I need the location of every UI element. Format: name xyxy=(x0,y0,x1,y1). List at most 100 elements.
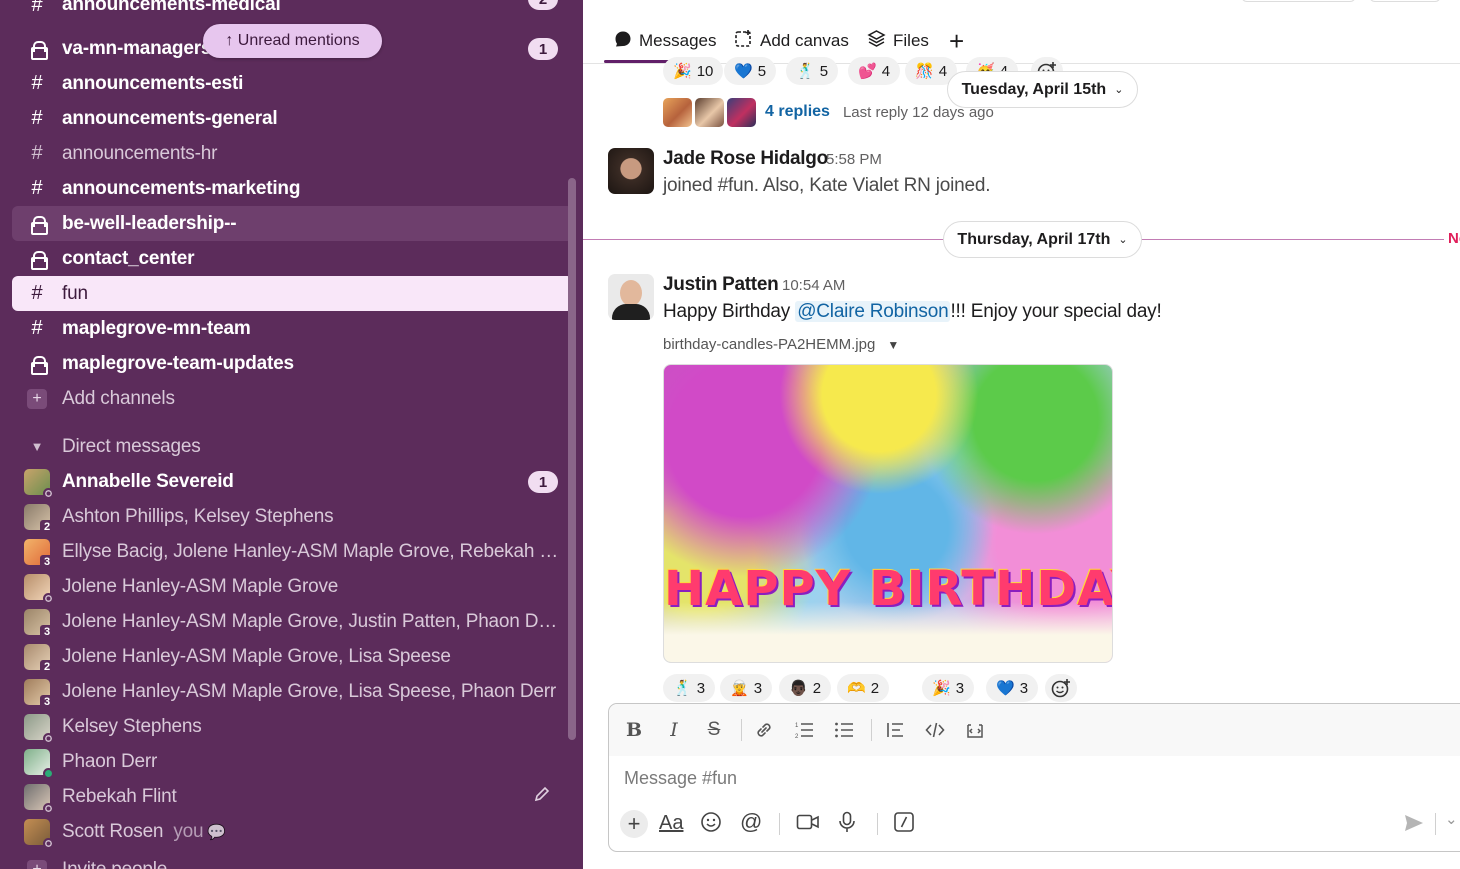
dm-item[interactable]: Jolene Hanley-ASM Maple Grove xyxy=(12,569,573,604)
blockquote-icon[interactable] xyxy=(882,717,908,743)
dm-item[interactable]: Annabelle Severeid 1 xyxy=(12,464,573,499)
dm-name: Jolene Hanley-ASM Maple Grove xyxy=(62,575,339,597)
reaction-pill[interactable]: 🕺 5 xyxy=(786,57,839,85)
sidebar-item-fun[interactable]: # fun xyxy=(12,276,573,311)
caret-down-icon[interactable]: ▼ xyxy=(887,338,899,352)
microphone-icon[interactable] xyxy=(837,811,857,838)
add-channels-button[interactable]: + Add channels xyxy=(12,381,573,416)
attached-image[interactable]: HAPPY BIRTHDAY xyxy=(663,364,1113,663)
avatar: 2 xyxy=(24,643,54,674)
thread-replies[interactable]: 4 replies Last reply 12 days ago xyxy=(663,97,994,127)
add-reaction-button[interactable] xyxy=(1045,674,1077,702)
avatar xyxy=(24,748,54,779)
italic-icon[interactable]: I xyxy=(661,717,687,743)
video-icon[interactable] xyxy=(796,812,820,837)
reaction-pill[interactable]: 🎉 10 xyxy=(663,57,724,85)
dm-label: Annabelle Severeid xyxy=(62,471,573,493)
lock-icon xyxy=(12,41,62,60)
dm-name: Jolene Hanley-ASM Maple Grove, Lisa Spee… xyxy=(62,645,451,667)
tab-add-canvas[interactable]: Add canvas xyxy=(734,28,849,54)
shortcuts-icon[interactable] xyxy=(893,811,915,838)
dm-label: Ellyse Bacig, Jolene Hanley-ASM Maple Gr… xyxy=(62,541,573,563)
message-sender[interactable]: Jade Rose Hidalgo xyxy=(663,148,828,170)
dm-label: Phaon Derr xyxy=(62,751,573,773)
presence-status-icon xyxy=(43,487,54,499)
date-label: Thursday, April 17th xyxy=(957,230,1111,248)
sidebar-item-announcements-medical[interactable]: # announcements-medical 2 xyxy=(12,0,573,18)
reaction-pill[interactable]: 💙 5 xyxy=(724,57,777,85)
invite-people-button[interactable]: + Invite people xyxy=(12,852,573,869)
emoji-icon[interactable] xyxy=(700,811,722,838)
reaction-pill[interactable]: 💙 3 xyxy=(986,674,1039,702)
sidebar-item-maplegrove-mn-team[interactable]: # maplegrove-mn-team xyxy=(12,311,573,346)
add-tab-button[interactable]: + xyxy=(949,26,964,56)
sidebar-item-announcements-general[interactable]: # announcements-general xyxy=(12,101,573,136)
reaction-pill[interactable]: 🧝 3 xyxy=(720,674,773,702)
sidebar-item-label: announcements-medical xyxy=(62,0,281,15)
reaction-pill[interactable]: 🎉 3 xyxy=(922,674,975,702)
reaction-pill[interactable]: 🕺 3 xyxy=(663,674,716,702)
dm-item[interactable]: Phaon Derr xyxy=(12,744,573,779)
sidebar-item-maplegrove-team-updates[interactable]: maplegrove-team-updates xyxy=(12,346,573,381)
replies-link[interactable]: 4 replies xyxy=(765,103,830,121)
date-divider-pill[interactable]: Thursday, April 17th ⌄ xyxy=(943,221,1142,258)
dm-item[interactable]: 2 Ashton Phillips, Kelsey Stephens xyxy=(12,499,573,534)
chevron-down-icon[interactable]: ⌄ xyxy=(1445,810,1458,828)
sidebar-item-announcements-marketing[interactable]: # announcements-marketing xyxy=(12,171,573,206)
reaction-emoji-icon: 🕺 xyxy=(673,680,692,697)
reaction-pill[interactable]: 🫶 2 xyxy=(837,674,890,702)
sidebar-scrollbar[interactable] xyxy=(568,178,576,740)
pencil-icon[interactable] xyxy=(533,785,551,809)
sidebar-item-label: be-well-leadership-- xyxy=(62,212,237,234)
group-count: 3 xyxy=(40,694,54,709)
file-name[interactable]: birthday-candles-PA2HEMM.jpg xyxy=(663,336,875,353)
bold-icon[interactable]: B xyxy=(621,717,647,743)
message-sender[interactable]: Justin Patten xyxy=(663,274,779,296)
dm-label: Kelsey Stephens xyxy=(62,716,573,738)
plus-icon[interactable]: + xyxy=(620,810,648,838)
reaction-pill[interactable]: 👨🏿 2 xyxy=(779,674,832,702)
message-timestamp[interactable]: 5:58 PM xyxy=(826,151,882,168)
reaction-emoji-icon: 🎉 xyxy=(932,680,951,697)
dm-item[interactable]: 3 Jolene Hanley-ASM Maple Grove, Lisa Spe… xyxy=(12,674,573,709)
avatar-icon: 2 xyxy=(12,643,62,674)
sidebar-item-announcements-hr[interactable]: # announcements-hr xyxy=(12,136,573,171)
message-text-part: !!! Enjoy your special day! xyxy=(950,301,1162,322)
avatar-icon xyxy=(12,748,62,779)
file-header[interactable]: birthday-candles-PA2HEMM.jpg ▼ xyxy=(663,336,899,353)
text-format-icon[interactable]: Aa xyxy=(659,812,683,835)
strikethrough-icon[interactable]: S xyxy=(701,717,727,743)
avatar[interactable] xyxy=(608,148,654,194)
group-count: 3 xyxy=(40,554,54,569)
ordered-list-icon[interactable]: 12 xyxy=(791,717,817,743)
avatar[interactable] xyxy=(608,274,654,320)
bulleted-list-icon[interactable] xyxy=(831,717,857,743)
code-block-icon[interactable] xyxy=(962,717,988,743)
dm-item[interactable]: Kelsey Stephens xyxy=(12,709,573,744)
sidebar-item-be-well-leadership-[interactable]: be-well-leadership-- xyxy=(12,206,573,241)
avatar: 3 xyxy=(24,608,54,639)
sidebar-item-announcements-esti[interactable]: # announcements-esti xyxy=(12,66,573,101)
dm-item[interactable]: 2 Jolene Hanley-ASM Maple Grove, Lisa Spe… xyxy=(12,639,573,674)
unread-mentions-button[interactable]: ↑ Unread mentions xyxy=(203,24,382,58)
dm-item[interactable]: Scott Rosen you 💬 xyxy=(12,814,573,849)
reaction-count: 2 xyxy=(812,679,822,697)
date-divider-pill[interactable]: Tuesday, April 15th ⌄ xyxy=(947,71,1138,108)
code-icon[interactable] xyxy=(922,717,948,743)
sidebar-item-contact-center[interactable]: contact_center xyxy=(12,241,573,276)
dm-item[interactable]: 3 Jolene Hanley-ASM Maple Grove, Justin P… xyxy=(12,604,573,639)
avatar-icon: 3 xyxy=(12,608,62,639)
link-icon[interactable] xyxy=(751,717,777,743)
send-icon[interactable] xyxy=(1403,813,1425,838)
mention-icon[interactable]: @ xyxy=(740,809,762,835)
message-bubble-icon xyxy=(614,30,632,53)
user-mention[interactable]: @Claire Robinson xyxy=(795,301,951,322)
dm-name: Annabelle Severeid xyxy=(62,470,234,492)
tab-messages[interactable]: Messages xyxy=(614,28,716,54)
message-timestamp[interactable]: 10:54 AM xyxy=(782,277,845,294)
dm-item[interactable]: 3 Ellyse Bacig, Jolene Hanley-ASM Maple G… xyxy=(12,534,573,569)
message-input[interactable]: Message #fun xyxy=(624,768,737,789)
reaction-pill[interactable]: 💕 4 xyxy=(848,57,901,85)
tab-files[interactable]: Files xyxy=(867,28,929,54)
direct-messages-header[interactable]: ▼ Direct messages xyxy=(12,429,573,464)
